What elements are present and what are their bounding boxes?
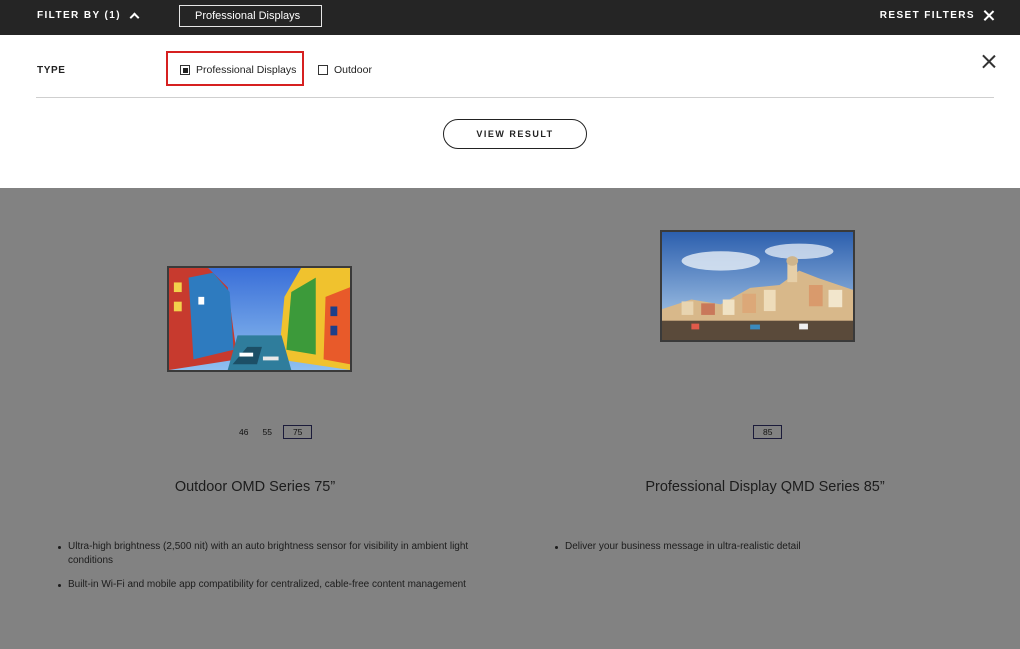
filter-bar: FILTER BY (1) Professional Displays RESE… xyxy=(0,0,1020,35)
size-option-55[interactable]: 55 xyxy=(259,425,274,439)
option-label: Professional Displays xyxy=(196,64,297,76)
feature-item: Ultra-high brightness (2,500 nit) with a… xyxy=(58,540,478,568)
venice-canal-image xyxy=(169,268,350,370)
size-option-46[interactable]: 46 xyxy=(236,425,251,439)
filter-option-outdoor[interactable]: Outdoor xyxy=(318,64,372,76)
size-option-75[interactable]: 75 xyxy=(282,425,313,439)
checkbox-outdoor[interactable] xyxy=(318,65,328,75)
filter-by-toggle[interactable]: FILTER BY (1) xyxy=(37,10,140,23)
close-filter-panel-icon[interactable] xyxy=(982,55,995,68)
feature-item: Built-in Wi-Fi and mobile app compatibil… xyxy=(58,578,478,592)
product-card: 46 55 75 Outdoor OMD Series 75” Ultra-hi… xyxy=(0,188,510,649)
filter-by-label: FILTER BY (1) xyxy=(37,10,121,21)
view-result-button[interactable]: VIEW RESULT xyxy=(443,119,587,149)
filter-panel: TYPE Professional Displays Outdoor VIEW … xyxy=(0,35,1020,188)
option-label: Outdoor xyxy=(334,64,372,76)
size-option-85[interactable]: 85 xyxy=(753,425,783,439)
reset-filters-button[interactable]: RESET FILTERS xyxy=(880,10,994,21)
close-icon[interactable] xyxy=(983,10,994,21)
type-filter-heading: TYPE xyxy=(37,65,66,76)
reset-filters-label: RESET FILTERS xyxy=(879,10,975,21)
chevron-up-icon[interactable] xyxy=(129,12,140,23)
product-image-omd[interactable] xyxy=(167,266,352,372)
size-selector: 46 55 75 xyxy=(236,425,313,439)
product-image-qmd[interactable] xyxy=(660,230,855,342)
filter-option-professional-displays[interactable]: Professional Displays xyxy=(180,64,296,76)
checkbox-professional-displays[interactable] xyxy=(180,65,190,75)
product-card: 85 Professional Display QMD Series 85” D… xyxy=(510,188,1020,649)
product-title[interactable]: Professional Display QMD Series 85” xyxy=(510,479,1020,495)
product-title[interactable]: Outdoor OMD Series 75” xyxy=(0,479,510,495)
size-selector: 85 xyxy=(753,425,783,439)
feature-list: Deliver your business message in ultra-r… xyxy=(555,540,975,564)
coastal-town-image xyxy=(662,232,853,340)
feature-list: Ultra-high brightness (2,500 nit) with a… xyxy=(58,540,478,602)
active-filter-chip[interactable]: Professional Displays xyxy=(179,5,322,27)
feature-item: Deliver your business message in ultra-r… xyxy=(555,540,975,554)
divider xyxy=(36,97,994,98)
